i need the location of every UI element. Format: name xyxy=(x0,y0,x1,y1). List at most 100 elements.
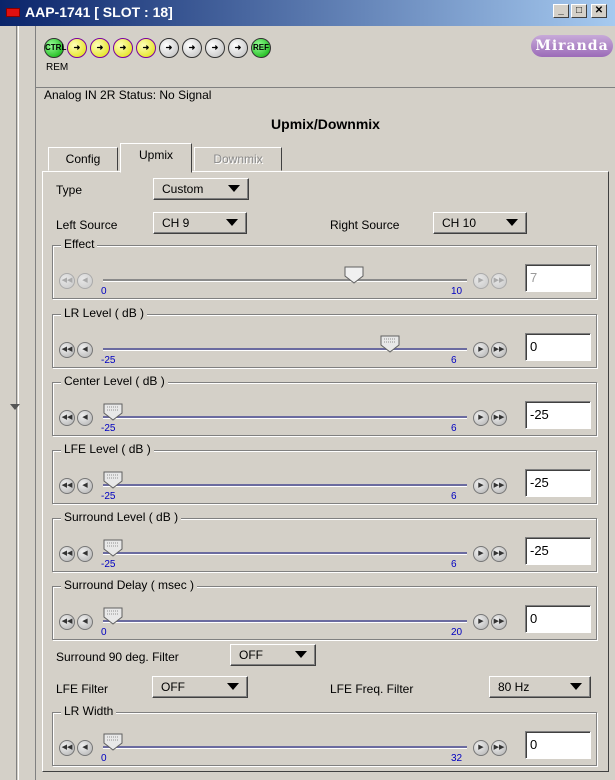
maximize-button[interactable]: □ xyxy=(571,4,587,18)
slider-thumb[interactable] xyxy=(103,607,123,625)
slider-title: LFE Level ( dB ) xyxy=(61,442,154,456)
lr-level-slider-group: LR Level ( dB ) ◀◀ ◀ -25 6 ▶ ▶▶ 0 xyxy=(52,306,597,368)
step-forward-fast-icon[interactable]: ▶▶ xyxy=(491,342,507,358)
step-forward-icon[interactable]: ▶ xyxy=(473,342,489,358)
slider-value-input[interactable]: -25 xyxy=(525,401,591,429)
side-divider xyxy=(16,26,19,780)
signal-led-icon: ➜ xyxy=(67,38,87,58)
signal-led-icon: ➜ xyxy=(182,38,202,58)
slider-min-label: -25 xyxy=(101,559,116,570)
slider-thumb[interactable] xyxy=(103,403,123,421)
slider-value-input[interactable]: -25 xyxy=(525,537,591,565)
minimize-button[interactable]: _ xyxy=(553,4,569,18)
slider-max-label: 20 xyxy=(451,627,463,638)
step-forward-fast-icon[interactable]: ▶▶ xyxy=(491,410,507,426)
slider-thumb[interactable] xyxy=(103,539,123,557)
slider-track[interactable] xyxy=(103,348,467,351)
slider-track[interactable] xyxy=(103,416,467,419)
step-forward-fast-icon[interactable]: ▶▶ xyxy=(491,614,507,630)
step-back-fast-icon[interactable]: ◀◀ xyxy=(59,546,75,562)
step-forward-fast-icon[interactable]: ▶▶ xyxy=(491,546,507,562)
step-back-icon[interactable]: ◀ xyxy=(77,740,93,756)
type-dropdown[interactable]: Custom xyxy=(153,178,249,200)
close-button[interactable]: ✕ xyxy=(591,4,607,18)
slider-title: Surround Level ( dB ) xyxy=(61,510,182,524)
slider-min-label: -25 xyxy=(101,355,116,366)
tab-upmix[interactable]: Upmix xyxy=(120,143,192,173)
surround-filter-dropdown[interactable]: OFF xyxy=(230,644,316,666)
step-forward-icon: ▶ xyxy=(473,273,489,289)
step-back-icon[interactable]: ◀ xyxy=(77,614,93,630)
slider-max-label: 10 xyxy=(451,286,463,297)
slider-max-label: 6 xyxy=(451,423,457,434)
slider-thumb[interactable] xyxy=(103,471,123,489)
status-text: Analog IN 2R Status: No Signal xyxy=(44,88,212,102)
step-back-fast-icon[interactable]: ◀◀ xyxy=(59,740,75,756)
slider-title: LR Level ( dB ) xyxy=(61,306,148,320)
tab-downmix: Downmix xyxy=(194,147,282,171)
step-forward-fast-icon: ▶▶ xyxy=(491,273,507,289)
signal-led-icon: ➜ xyxy=(228,38,248,58)
page-title: Upmix/Downmix xyxy=(271,116,380,132)
step-back-icon: ◀ xyxy=(77,273,93,289)
slider-value-input[interactable]: 0 xyxy=(525,731,591,759)
chevron-down-icon xyxy=(227,683,239,690)
tab-config[interactable]: Config xyxy=(48,147,118,171)
slider-value-input[interactable]: -25 xyxy=(525,469,591,497)
slider-max-label: 6 xyxy=(451,559,457,570)
slider-title: LR Width xyxy=(61,704,117,718)
step-back-icon[interactable]: ◀ xyxy=(77,342,93,358)
slider-track[interactable] xyxy=(103,746,467,749)
lfe-freq-dropdown[interactable]: 80 Hz xyxy=(489,676,591,698)
step-back-fast-icon[interactable]: ◀◀ xyxy=(59,410,75,426)
slider-value-input[interactable]: 0 xyxy=(525,333,591,361)
step-back-fast-icon[interactable]: ◀◀ xyxy=(59,614,75,630)
step-forward-icon[interactable]: ▶ xyxy=(473,410,489,426)
step-forward-icon[interactable]: ▶ xyxy=(473,546,489,562)
lfe-freq-label: LFE Freq. Filter xyxy=(330,682,414,696)
signal-led-icon: ➜ xyxy=(113,38,133,58)
surround-delay-slider-group: Surround Delay ( msec ) ◀◀ ◀ 0 20 ▶ ▶▶ 0 xyxy=(52,578,597,640)
slider-track[interactable] xyxy=(103,552,467,555)
right-source-dropdown[interactable]: CH 10 xyxy=(433,212,527,234)
window-title: AAP-1741 [ SLOT : 18] xyxy=(25,4,173,20)
step-back-icon[interactable]: ◀ xyxy=(77,478,93,494)
collapse-arrow-icon[interactable] xyxy=(10,404,20,410)
step-forward-icon[interactable]: ▶ xyxy=(473,740,489,756)
step-back-icon[interactable]: ◀ xyxy=(77,410,93,426)
surround-level-slider-group: Surround Level ( dB ) ◀◀ ◀ -25 6 ▶ ▶▶ -25 xyxy=(52,510,597,572)
side-strip xyxy=(0,26,36,780)
lfe-freq-value: 80 Hz xyxy=(498,680,530,694)
effect-slider-group: Effect ◀◀ ◀ 0 10 ▶ ▶▶ 7 xyxy=(52,237,597,299)
step-forward-icon[interactable]: ▶ xyxy=(473,478,489,494)
step-forward-fast-icon[interactable]: ▶▶ xyxy=(491,478,507,494)
signal-led-icon: ➜ xyxy=(205,38,225,58)
step-forward-icon[interactable]: ▶ xyxy=(473,614,489,630)
left-source-dropdown[interactable]: CH 9 xyxy=(153,212,247,234)
slider-thumb[interactable] xyxy=(380,335,400,353)
slider-track[interactable] xyxy=(103,620,467,623)
step-back-icon[interactable]: ◀ xyxy=(77,546,93,562)
center-level-slider-group: Center Level ( dB ) ◀◀ ◀ -25 6 ▶ ▶▶ -25 xyxy=(52,374,597,436)
slider-min-label: 0 xyxy=(101,753,107,764)
step-back-fast-icon[interactable]: ◀◀ xyxy=(59,478,75,494)
slider-title: Effect xyxy=(61,237,98,251)
lfe-filter-dropdown[interactable]: OFF xyxy=(152,676,248,698)
slider-value-input: 7 xyxy=(525,264,591,292)
signal-led-icon: ➜ xyxy=(90,38,110,58)
title-bar: AAP-1741 [ SLOT : 18] _ □ ✕ xyxy=(0,0,615,26)
lfe-filter-value: OFF xyxy=(161,680,185,694)
slider-thumb xyxy=(344,266,364,284)
step-back-fast-icon[interactable]: ◀◀ xyxy=(59,342,75,358)
slider-title: Surround Delay ( msec ) xyxy=(61,578,198,592)
slider-track[interactable] xyxy=(103,484,467,487)
slider-title: Center Level ( dB ) xyxy=(61,374,168,388)
slider-track xyxy=(103,279,467,282)
step-forward-fast-icon[interactable]: ▶▶ xyxy=(491,740,507,756)
slider-max-label: 6 xyxy=(451,355,457,366)
slider-max-label: 6 xyxy=(451,491,457,502)
slider-min-label: -25 xyxy=(101,423,116,434)
slider-value-input[interactable]: 0 xyxy=(525,605,591,633)
step-back-fast-icon: ◀◀ xyxy=(59,273,75,289)
slider-thumb[interactable] xyxy=(103,733,123,751)
